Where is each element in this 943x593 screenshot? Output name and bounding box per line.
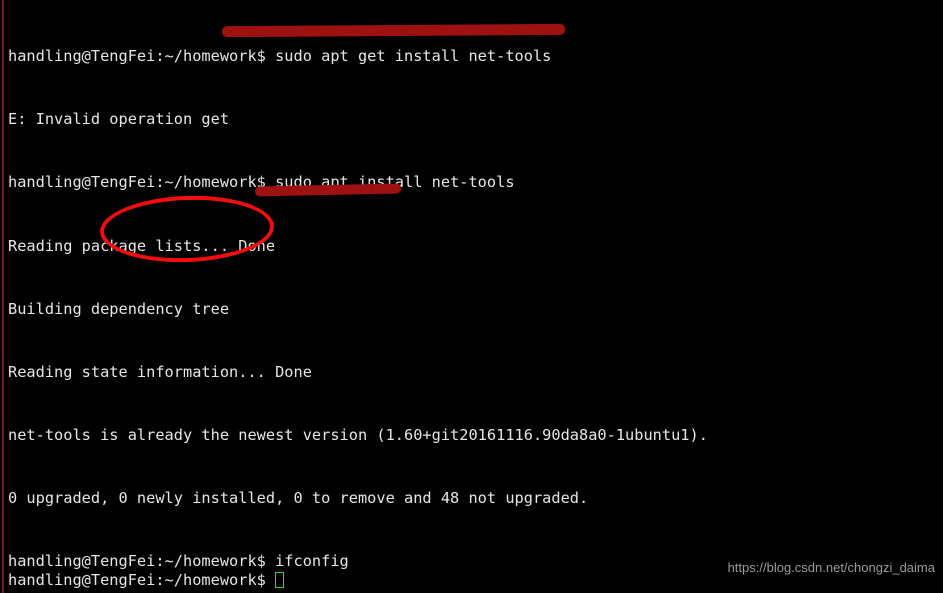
watermark-url: https://blog.csdn.net/chongzi_daima: [727, 560, 935, 575]
command-prompt-line[interactable]: handling@TengFei:~/homework$: [8, 570, 285, 591]
terminal-window[interactable]: handling@TengFei:~/homework$ sudo apt ge…: [0, 0, 943, 593]
terminal-line: Building dependency tree: [8, 299, 230, 318]
terminal-line: handling@TengFei:~/homework$ sudo apt ge…: [8, 47, 552, 66]
terminal-line: handling@TengFei:~/homework$ sudo apt in…: [8, 173, 515, 192]
terminal-output: handling@TengFei:~/homework$ sudo apt ge…: [8, 4, 938, 593]
terminal-line: net-tools is already the newest version …: [8, 425, 708, 444]
block-cursor-icon: [275, 572, 285, 588]
prompt-label: handling@TengFei:~/homework$: [8, 571, 266, 589]
terminal-line: Reading state information... Done: [8, 362, 312, 381]
window-left-border: [2, 0, 4, 593]
terminal-line: 0 upgraded, 0 newly installed, 0 to remo…: [8, 489, 589, 508]
terminal-line: E: Invalid operation get: [8, 110, 230, 129]
